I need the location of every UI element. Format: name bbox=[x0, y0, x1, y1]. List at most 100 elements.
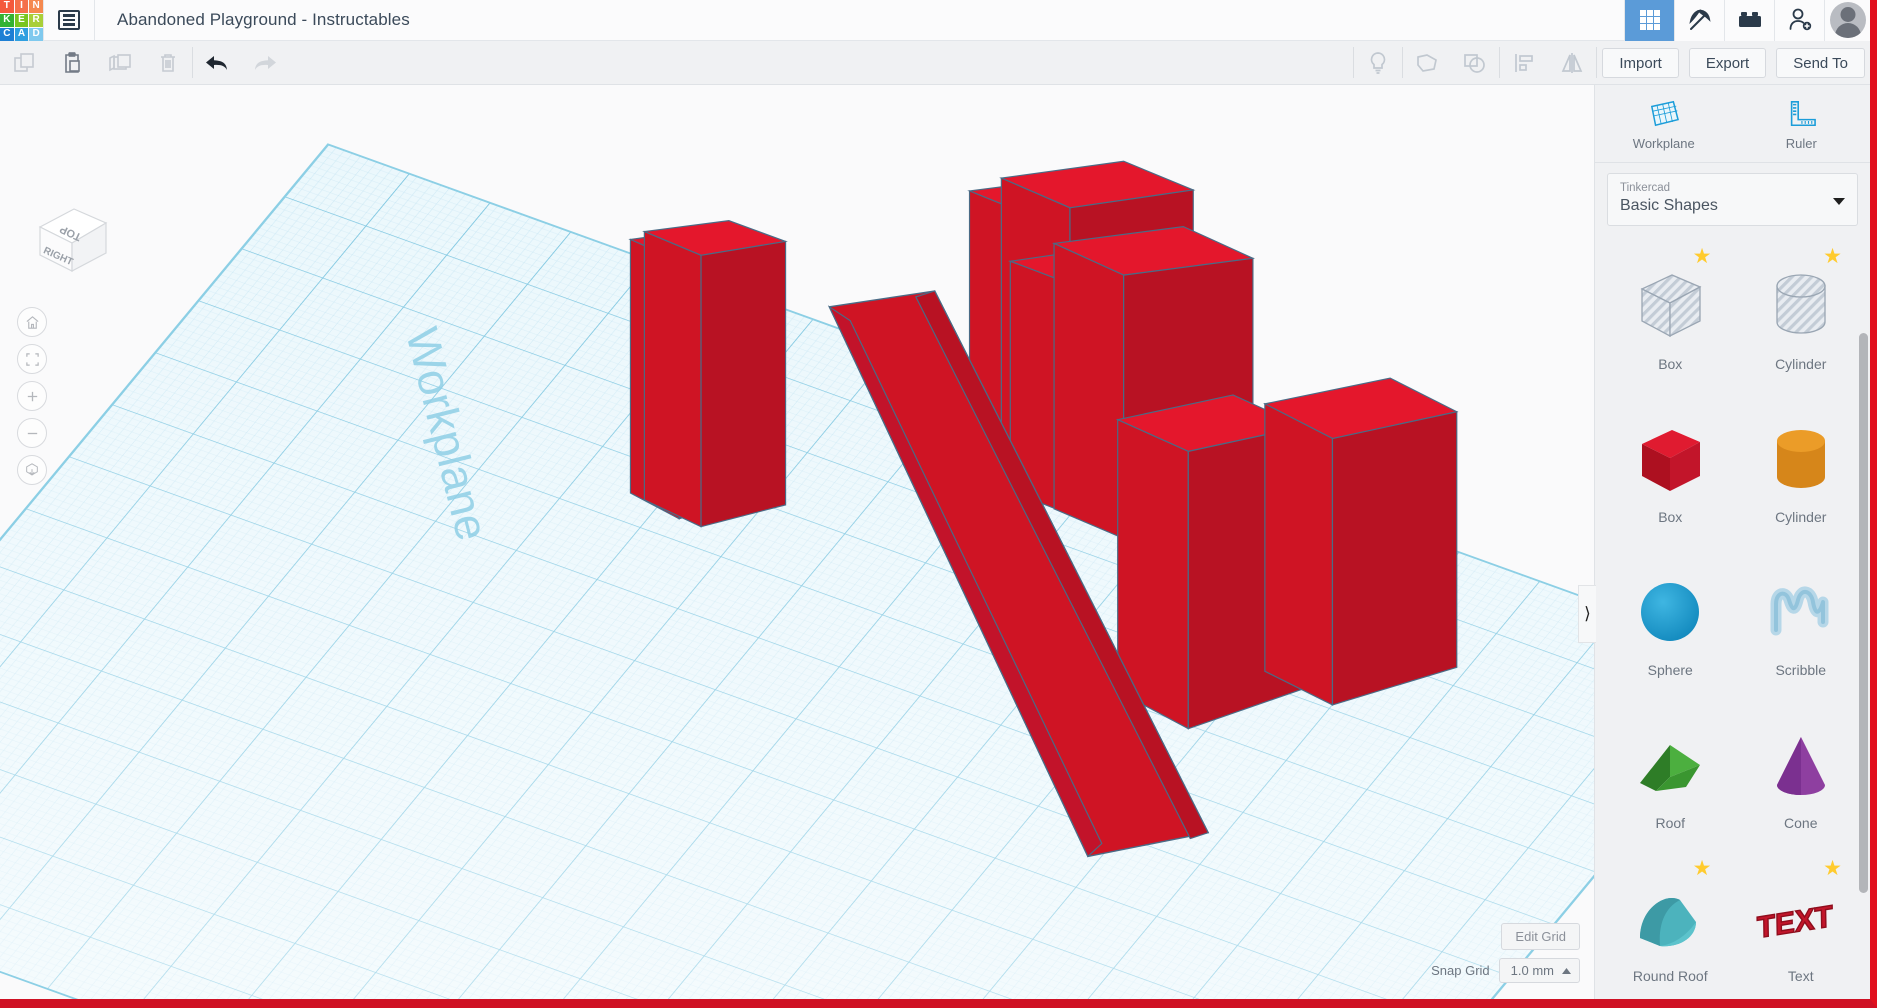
svg-text:TEXT: TEXT bbox=[1756, 900, 1833, 945]
group-icon[interactable] bbox=[1403, 41, 1451, 84]
logo-tile-i: I bbox=[14, 0, 29, 13]
logo-tile-n: N bbox=[29, 0, 43, 13]
shape-item-scribble[interactable]: Scribble bbox=[1736, 550, 1867, 703]
shape-label: Box bbox=[1658, 509, 1683, 525]
favorite-star-icon[interactable]: ★ bbox=[1693, 246, 1712, 267]
sphere-icon bbox=[1630, 564, 1710, 660]
tinkercad-logo[interactable]: T I N K E R C A D bbox=[0, 0, 43, 41]
ruler-tool-label: Ruler bbox=[1785, 136, 1817, 151]
designs-list-button[interactable] bbox=[43, 0, 95, 41]
delete-trash-icon[interactable] bbox=[144, 41, 192, 84]
shape-label: Cone bbox=[1784, 815, 1818, 831]
shape-label: Scribble bbox=[1775, 662, 1827, 678]
round-roof-icon bbox=[1630, 870, 1710, 966]
shape-library-dropdown[interactable]: Tinkercad Basic Shapes bbox=[1607, 173, 1858, 226]
solid-cylinder-icon bbox=[1761, 411, 1841, 507]
3d-viewport[interactable]: Workplane TOP RIGHT Edit Grid Snap Grid … bbox=[0, 85, 1594, 999]
chevron-up-icon bbox=[1562, 967, 1571, 974]
logo-tile-c: C bbox=[0, 27, 14, 41]
model-box-right-b bbox=[1263, 377, 1459, 706]
ruler-icon bbox=[1791, 101, 1817, 127]
redo-icon[interactable] bbox=[241, 41, 289, 84]
logo-tile-e: E bbox=[14, 13, 29, 27]
cone-icon bbox=[1761, 717, 1841, 813]
orthographic-toggle-icon[interactable] bbox=[17, 455, 47, 485]
shape-item-round-roof[interactable]: ★ Round Roof bbox=[1605, 856, 1736, 999]
paste-icon[interactable] bbox=[48, 41, 96, 84]
scene-svg: Workplane bbox=[0, 143, 1594, 999]
text-shape-icon: TEXT bbox=[1756, 870, 1846, 966]
tinkercad-app: T I N K E R C A D Abandoned Playground -… bbox=[0, 0, 1877, 1008]
lightbulb-hint-icon[interactable] bbox=[1354, 41, 1402, 84]
main-toolbar: Import Export Send To bbox=[0, 41, 1870, 85]
shape-label: Roof bbox=[1655, 815, 1686, 831]
roof-icon bbox=[1630, 717, 1710, 813]
shape-item-cylinder-hole[interactable]: ★ Cylinder bbox=[1736, 244, 1867, 397]
panel-tools: Workplane Ruler bbox=[1595, 85, 1870, 163]
zoom-out-icon[interactable] bbox=[17, 418, 47, 448]
logo-tile-r: R bbox=[29, 13, 43, 27]
snap-grid-row: Snap Grid 1.0 mm bbox=[1431, 958, 1580, 983]
shape-label: Cylinder bbox=[1775, 509, 1827, 525]
favorite-star-icon[interactable]: ★ bbox=[1693, 858, 1712, 879]
shape-label: Round Roof bbox=[1632, 968, 1708, 984]
shape-grid: ★ Box ★ Cylinder Box Cylinder Sphere Scr… bbox=[1595, 238, 1870, 999]
scribble-icon bbox=[1761, 564, 1841, 660]
main-area: Workplane TOP RIGHT Edit Grid Snap Grid … bbox=[0, 85, 1870, 999]
favorite-star-icon[interactable]: ★ bbox=[1823, 858, 1842, 879]
zoom-in-icon[interactable] bbox=[17, 381, 47, 411]
shape-label: Text bbox=[1787, 968, 1814, 984]
view-nav-controls bbox=[17, 307, 47, 485]
shape-library-owner: Tinkercad bbox=[1620, 182, 1671, 194]
avatar bbox=[1829, 2, 1866, 38]
grid-controls: Edit Grid Snap Grid 1.0 mm bbox=[1431, 923, 1580, 983]
logo-tile-t: T bbox=[0, 0, 14, 13]
snap-grid-label: Snap Grid bbox=[1431, 963, 1490, 978]
shape-item-cylinder[interactable]: Cylinder bbox=[1736, 397, 1867, 550]
shapes-scrollbar[interactable] bbox=[1859, 333, 1868, 893]
send-to-button[interactable]: Send To bbox=[1776, 48, 1865, 78]
align-icon[interactable] bbox=[1500, 41, 1548, 84]
import-button[interactable]: Import bbox=[1602, 48, 1679, 78]
hole-box-icon bbox=[1630, 258, 1710, 354]
undo-icon[interactable] bbox=[193, 41, 241, 84]
user-account-button[interactable] bbox=[1824, 0, 1870, 41]
pickaxe-minecraft-icon[interactable] bbox=[1674, 0, 1724, 41]
shape-label: Cylinder bbox=[1775, 356, 1827, 372]
logo-tile-d: D bbox=[29, 27, 43, 41]
app-header: T I N K E R C A D Abandoned Playground -… bbox=[0, 0, 1870, 41]
shape-item-text[interactable]: ★ TEXT Text bbox=[1736, 856, 1867, 999]
grid-apps-icon[interactable] bbox=[1624, 0, 1674, 41]
shape-item-sphere[interactable]: Sphere bbox=[1605, 550, 1736, 703]
add-person-icon[interactable] bbox=[1774, 0, 1824, 41]
duplicate-icon[interactable] bbox=[96, 41, 144, 84]
export-button[interactable]: Export bbox=[1688, 48, 1767, 78]
mirror-flip-icon[interactable] bbox=[1548, 41, 1596, 84]
snap-grid-select[interactable]: 1.0 mm bbox=[1498, 958, 1580, 983]
lego-brick-icon[interactable] bbox=[1724, 0, 1774, 41]
shape-library-dropdown-wrap: Tinkercad Basic Shapes bbox=[1595, 163, 1870, 238]
fit-to-view-icon[interactable] bbox=[17, 344, 47, 374]
page-title: Abandoned Playground - Instructables bbox=[117, 10, 410, 29]
shape-label: Sphere bbox=[1647, 662, 1693, 678]
ungroup-icon[interactable] bbox=[1451, 41, 1499, 84]
toolbar-file-actions: Import Export Send To bbox=[1597, 41, 1870, 84]
edit-grid-button[interactable]: Edit Grid bbox=[1501, 923, 1580, 950]
workplane-tool[interactable]: Workplane bbox=[1595, 85, 1733, 162]
logo-tile-k: K bbox=[0, 13, 14, 27]
chevron-right-icon[interactable]: ⟩ bbox=[1578, 585, 1596, 643]
shape-item-box-hole[interactable]: ★ Box bbox=[1605, 244, 1736, 397]
copy-icon[interactable] bbox=[0, 41, 48, 84]
chevron-down-icon bbox=[1833, 197, 1845, 205]
logo-tile-a: A bbox=[14, 27, 29, 41]
shape-item-cone[interactable]: Cone bbox=[1736, 703, 1867, 856]
view-cube[interactable]: TOP RIGHT bbox=[24, 197, 108, 272]
shapes-panel: ⟩ Workplane Ruler Tinkercad Basic Shapes… bbox=[1578, 85, 1870, 999]
shape-item-box[interactable]: Box bbox=[1605, 397, 1736, 550]
ruler-tool[interactable]: Ruler bbox=[1733, 85, 1871, 162]
favorite-star-icon[interactable]: ★ bbox=[1823, 246, 1842, 267]
home-view-icon[interactable] bbox=[17, 307, 47, 337]
header-actions bbox=[1624, 0, 1870, 41]
shape-item-roof[interactable]: Roof bbox=[1605, 703, 1736, 856]
